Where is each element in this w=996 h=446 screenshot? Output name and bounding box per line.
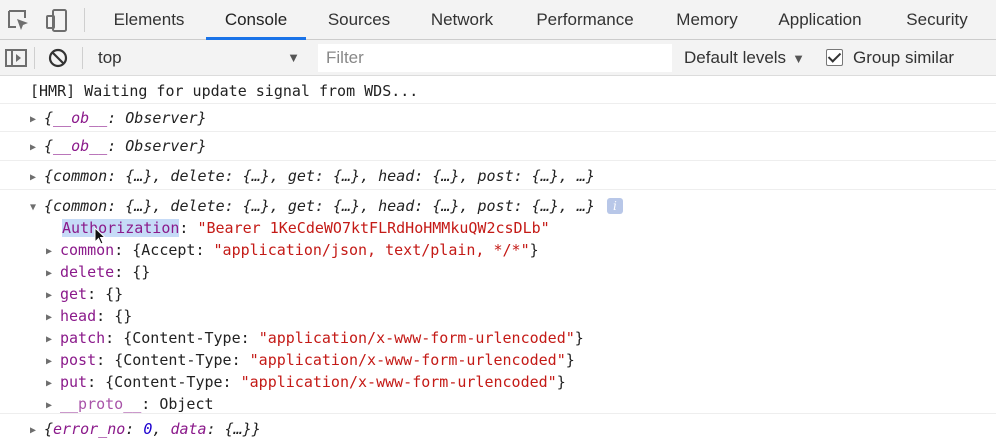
console-message[interactable]: ▶ {__ob__: Observer} <box>0 132 996 161</box>
console-message[interactable]: ▶ {common: {…}, delete: {…}, get: {…}, he… <box>0 161 996 190</box>
tab-network[interactable]: Network <box>420 0 504 40</box>
console-message[interactable]: ▶ {__ob__: Observer} <box>0 104 996 132</box>
property-key: get <box>60 285 88 303</box>
property-key: __proto__ <box>60 395 142 413</box>
object-key: __ob__ <box>53 137 108 155</box>
property-value: "application/json, text/plain, */*" <box>213 241 530 259</box>
expand-triangle-icon[interactable]: ▶ <box>30 167 44 189</box>
property-row[interactable]: ▶ patch: {Content-Type: "application/x-ww… <box>46 327 584 349</box>
expand-triangle-icon[interactable]: ▶ <box>46 307 60 329</box>
property-row[interactable]: ▶ post: {Content-Type: "application/x-www… <box>46 349 575 371</box>
property-row[interactable]: Authorization: "Bearer 1KeCdeWO7ktFLRdHo… <box>62 217 550 239</box>
dropdown-arrow-icon: ▼ <box>792 51 805 66</box>
property-row[interactable]: ▶ head: {} <box>46 305 132 327</box>
property-key: Authorization <box>62 219 180 237</box>
property-key: post <box>60 351 97 369</box>
property-row[interactable]: ▶ delete: {} <box>46 261 150 283</box>
tab-console[interactable]: Console <box>206 0 306 40</box>
object-key: __ob__ <box>53 109 108 127</box>
info-icon[interactable]: i <box>606 198 623 214</box>
property-value: "application/x-www-form-urlencoded" <box>240 373 557 391</box>
inspect-element-icon[interactable] <box>6 8 32 34</box>
object-key: data <box>170 420 207 438</box>
console-message[interactable]: ▶ {error_no: 0, data: {…}} <box>0 414 996 446</box>
property-value: {} <box>132 263 151 281</box>
object-summary[interactable]: {common: {…}, delete: {…}, get: {…}, hea… <box>44 197 595 215</box>
property-value: "application/x-www-form-urlencoded" <box>249 351 566 369</box>
expand-triangle-icon[interactable]: ▶ <box>30 420 44 442</box>
toolbar-separator <box>34 47 35 69</box>
property-value: "application/x-www-form-urlencoded" <box>258 329 575 347</box>
tab-elements[interactable]: Elements <box>106 0 192 40</box>
property-value: {} <box>114 307 133 325</box>
expand-triangle-icon[interactable]: ▶ <box>46 373 60 395</box>
object-summary: {common: {…}, delete: {…}, get: {…}, hea… <box>44 167 595 185</box>
devtools-tab-bar: Elements Console Sources Network Perform… <box>0 0 996 40</box>
dropdown-arrow-icon: ▼ <box>287 50 300 65</box>
filter-input[interactable] <box>318 44 672 72</box>
property-row[interactable]: ▶ get: {} <box>46 283 123 305</box>
expand-triangle-icon[interactable]: ▶ <box>46 329 60 351</box>
object-value: 0 <box>143 420 153 438</box>
console-message-expanded: ▼ {common: {…}, delete: {…}, get: {…}, he… <box>0 190 996 414</box>
object-value: Observer <box>125 109 198 127</box>
device-toolbar-icon[interactable] <box>44 8 70 34</box>
property-row[interactable]: ▶ put: {Content-Type: "application/x-www-… <box>46 371 566 393</box>
log-levels-dropdown[interactable]: Default levels ▼ <box>684 44 805 72</box>
console-toolbar: top ▼ Default levels ▼ Group similar <box>0 40 996 76</box>
tab-performance[interactable]: Performance <box>526 0 644 40</box>
tab-application[interactable]: Application <box>768 0 872 40</box>
property-value: Object <box>159 395 214 413</box>
object-value: Observer <box>125 137 198 155</box>
object-value: {…} <box>224 420 252 438</box>
property-value: "Bearer 1KeCdeWO7ktFLRdHoHMMkuQW2csDLb" <box>197 219 550 237</box>
tab-memory[interactable]: Memory <box>666 0 748 40</box>
group-similar-toggle[interactable]: Group similar <box>826 44 954 72</box>
context-selector[interactable]: top ▼ <box>90 44 306 72</box>
context-selector-value: top <box>98 48 122 67</box>
collapse-triangle-icon[interactable]: ▼ <box>30 197 44 219</box>
expand-triangle-icon[interactable]: ▶ <box>30 109 44 131</box>
expand-triangle-icon[interactable]: ▶ <box>46 241 60 263</box>
mouse-cursor-icon <box>94 226 108 245</box>
property-value: {} <box>105 285 124 303</box>
message-text: [HMR] Waiting for update signal from WDS… <box>30 82 419 100</box>
checkbox-icon[interactable] <box>826 49 843 66</box>
property-key: delete <box>60 263 115 281</box>
group-similar-label: Group similar <box>853 48 955 67</box>
property-key: head <box>60 307 97 325</box>
toolbar-separator <box>82 47 83 69</box>
tab-sources[interactable]: Sources <box>318 0 400 40</box>
expand-triangle-icon[interactable]: ▶ <box>30 137 44 159</box>
toolbar-separator <box>84 8 85 32</box>
console-message: [HMR] Waiting for update signal from WDS… <box>0 77 996 104</box>
expand-triangle-icon[interactable]: ▶ <box>46 263 60 285</box>
log-levels-label: Default levels <box>684 48 787 67</box>
property-key: patch <box>60 329 106 347</box>
sidebar-toggle-icon[interactable] <box>4 46 28 70</box>
clear-console-icon[interactable] <box>46 46 70 70</box>
property-key: put <box>60 373 88 391</box>
property-row[interactable]: ▶ common: {Accept: "application/json, tex… <box>46 239 539 261</box>
console-messages: [HMR] Waiting for update signal from WDS… <box>0 77 996 446</box>
tab-security[interactable]: Security <box>896 0 978 40</box>
object-key: error_no <box>53 420 126 438</box>
expand-triangle-icon[interactable]: ▶ <box>46 351 60 373</box>
property-row[interactable]: ▶ __proto__: Object <box>46 393 214 415</box>
expand-triangle-icon[interactable]: ▶ <box>46 285 60 307</box>
